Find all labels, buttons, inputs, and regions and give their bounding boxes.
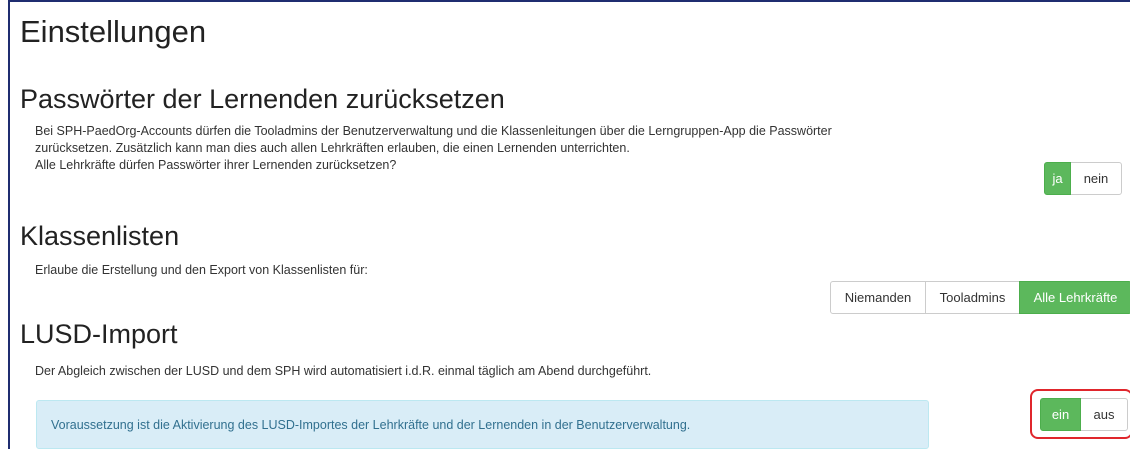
frame-top-border [8,0,1130,2]
class-lists-description: Erlaube die Erstellung und den Export vo… [35,263,368,277]
password-section-title: Passwörter der Lernenden zurücksetzen [20,84,505,114]
class-lists-option-tooladmins[interactable]: Tooladmins [925,281,1020,314]
lusd-on-button[interactable]: ein [1040,398,1081,431]
password-description-line2: zurücksetzen. Zusätzlich kann man dies a… [35,141,630,155]
class-lists-option-group: Niemanden Tooladmins Alle Lehrkräfte [830,281,1130,314]
class-lists-option-niemanden[interactable]: Niemanden [830,281,926,314]
class-lists-option-alle-lehrkraefte[interactable]: Alle Lehrkräfte [1019,281,1130,314]
password-no-button[interactable]: nein [1070,162,1122,195]
password-yes-button[interactable]: ja [1044,162,1071,195]
frame-left-border [8,0,10,449]
lusd-description: Der Abgleich zwischen der LUSD und dem S… [35,364,652,378]
page-title: Einstellungen [20,14,207,49]
password-description-line1: Bei SPH-PaedOrg-Accounts dürfen die Tool… [35,124,832,138]
password-toggle-group: ja nein [1044,162,1122,195]
class-lists-section-title: Klassenlisten [20,221,180,251]
lusd-section-title: LUSD-Import [20,319,178,349]
lusd-info-alert: Voraussetzung ist die Aktivierung des LU… [36,400,929,449]
password-question: Alle Lehrkräfte dürfen Passwörter ihrer … [35,158,397,172]
lusd-info-text: Voraussetzung ist die Aktivierung des LU… [51,417,691,432]
